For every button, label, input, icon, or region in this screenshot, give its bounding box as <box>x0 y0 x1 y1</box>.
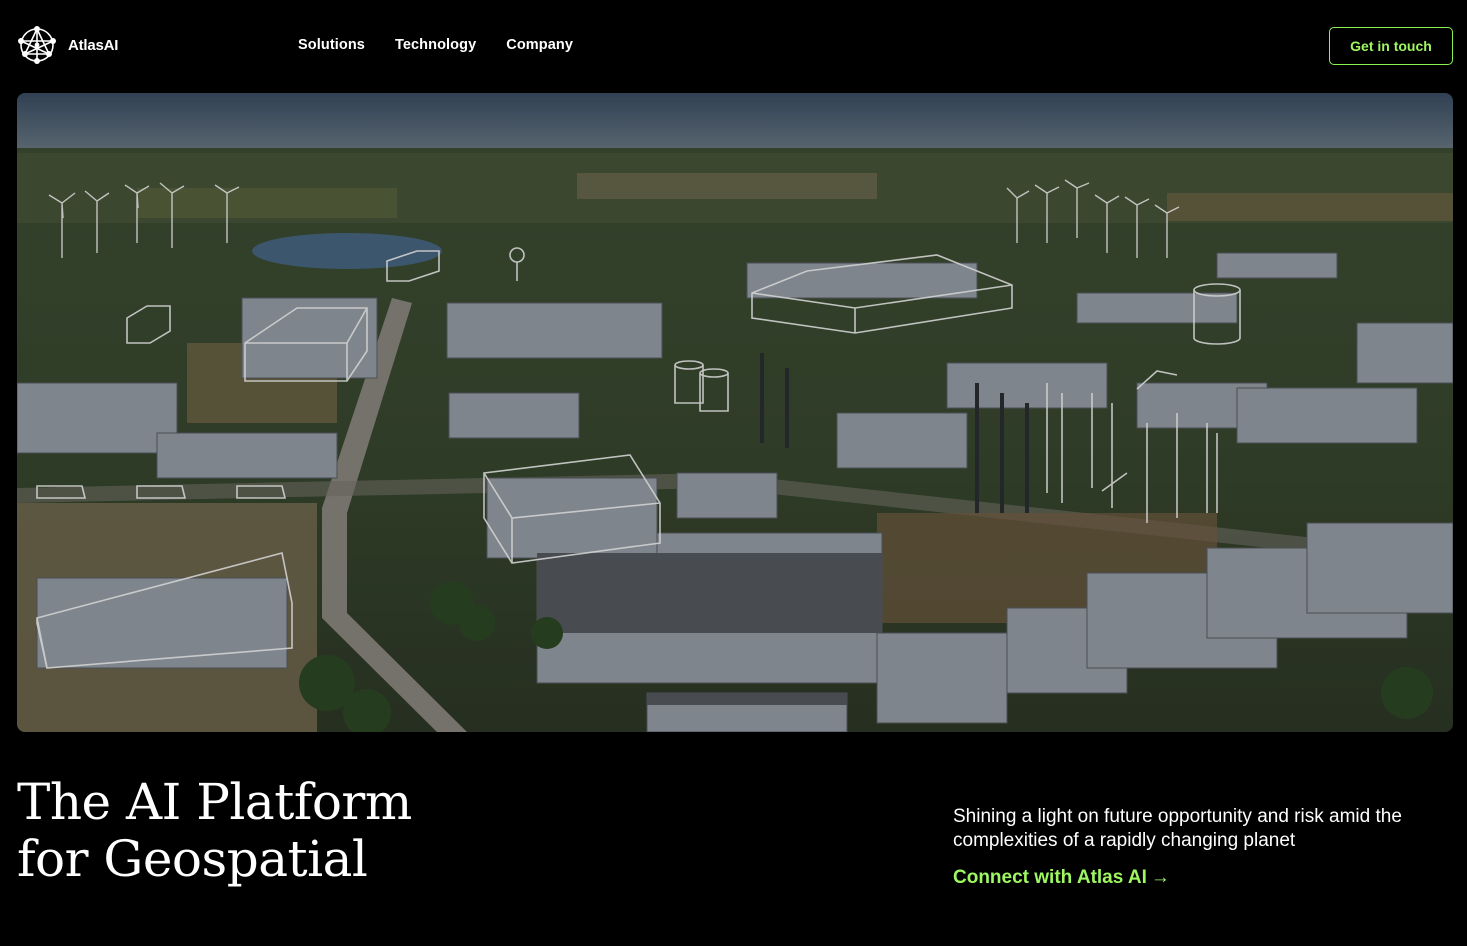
connect-link-label: Connect with Atlas AI <box>953 867 1147 888</box>
industrial-park-aerial-illustration <box>17 93 1453 732</box>
hero-image <box>17 93 1453 732</box>
headline-line-2: for Geospatial <box>17 830 368 888</box>
nav-link-technology[interactable]: Technology <box>395 37 476 53</box>
brand-name: AtlasAI <box>68 36 119 54</box>
nav-link-solutions[interactable]: Solutions <box>298 37 365 53</box>
main-menu: Solutions Technology Company <box>298 37 603 53</box>
top-navigation: AtlasAI Solutions Technology Company Get… <box>0 0 1467 93</box>
atlas-network-icon <box>18 26 56 64</box>
headline-line-1: The AI Platform <box>17 773 412 831</box>
connect-link[interactable]: Connect with Atlas AI → <box>953 867 1170 889</box>
hero-headline: The AI Platform for Geospatial <box>17 774 412 888</box>
get-in-touch-button[interactable]: Get in touch <box>1329 27 1453 65</box>
arrow-right-icon: → <box>1150 867 1170 888</box>
nav-link-company[interactable]: Company <box>506 37 573 53</box>
brand-logo-link[interactable]: AtlasAI <box>17 24 118 66</box>
hero-tagline: Shining a light on future opportunity an… <box>953 806 1402 851</box>
